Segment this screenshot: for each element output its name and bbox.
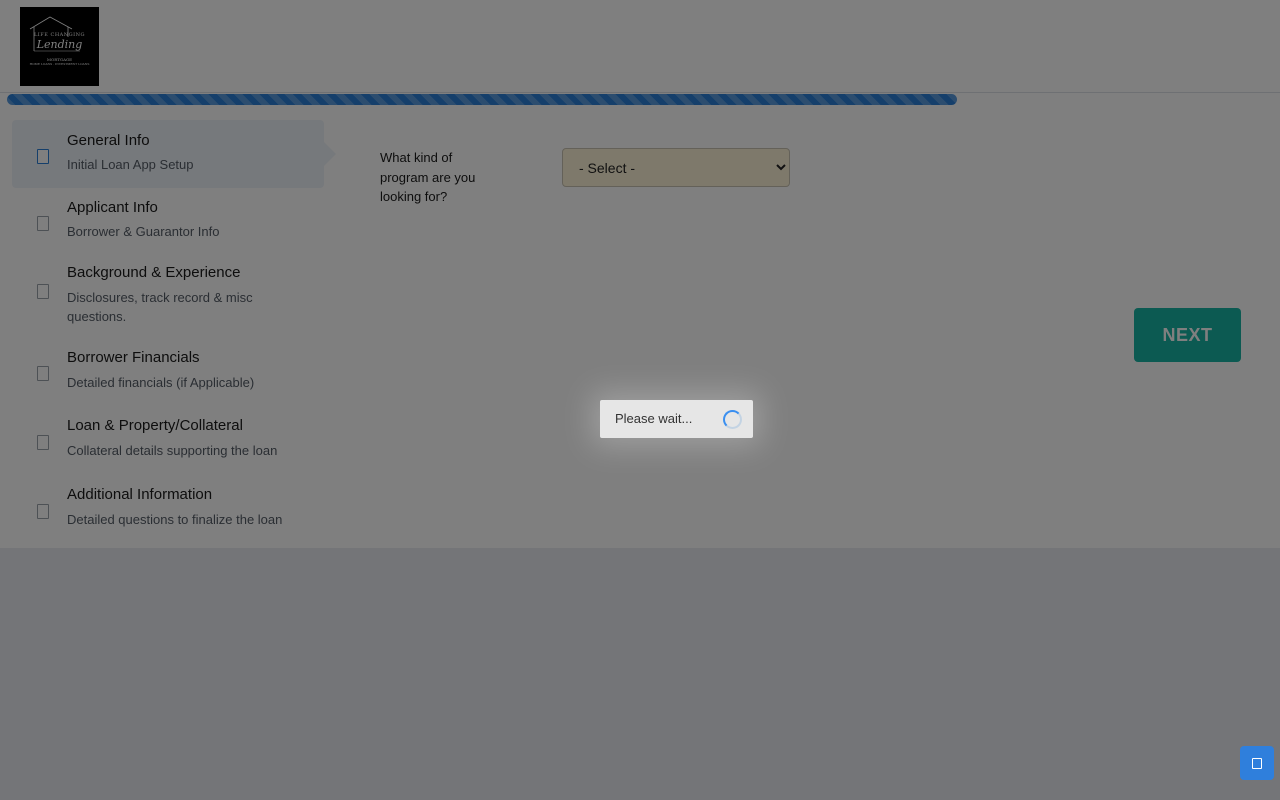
loading-text: Please wait... (615, 411, 693, 426)
loading-dialog: Please wait... (600, 400, 753, 438)
spinner-icon (723, 410, 742, 429)
chat-button[interactable] (1240, 746, 1274, 780)
chat-icon (1252, 757, 1262, 769)
